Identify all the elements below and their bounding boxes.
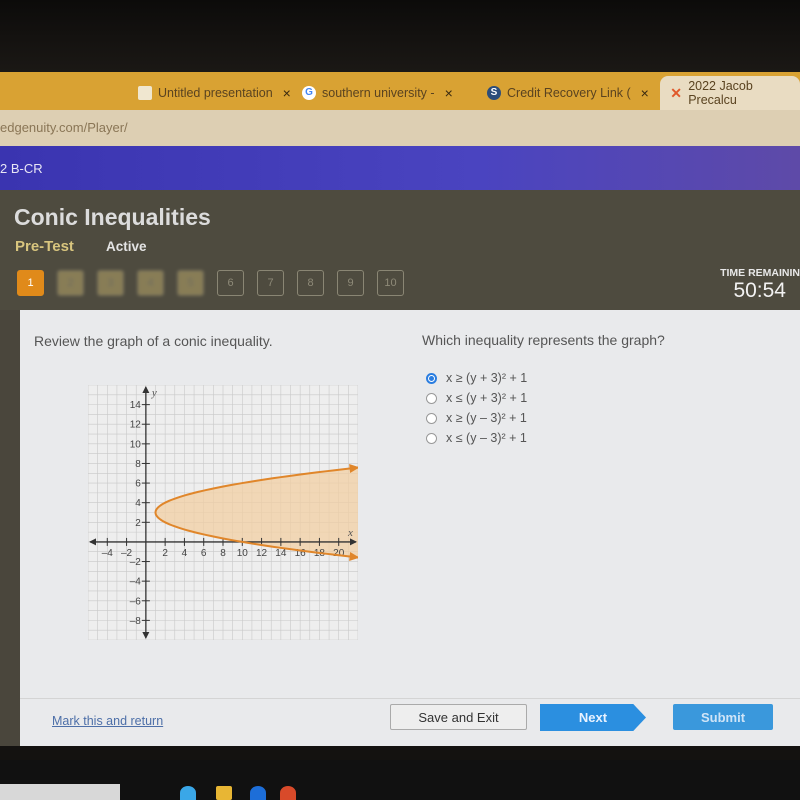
course-nav-bar: 2 B-CR (0, 146, 800, 190)
question-button[interactable]: 2 (57, 270, 84, 296)
activity-type: Pre-Test (15, 238, 74, 255)
browser-tab-bar: Untitled presentation × G southern unive… (0, 72, 800, 110)
y-tick-label: 8 (135, 459, 141, 470)
question-button[interactable]: 7 (257, 270, 284, 296)
x-tick-label: 2 (162, 548, 168, 559)
x-tick-label: 20 (333, 548, 345, 559)
graph-prompt: Review the graph of a conic inequality. (34, 333, 273, 349)
conic-graph: –4 –2 2 4 6 8 10 12 14 16 18 20–8–6–4–22468101214xy (88, 385, 358, 640)
time-remaining-value: 50:54 (733, 279, 786, 302)
page-title: Conic Inequalities (14, 204, 211, 230)
radio-unselected[interactable] (426, 432, 437, 444)
answer-option[interactable]: x ≥ (y – 3)² + 1 (426, 408, 527, 428)
edgenuity-x-icon: ✕ (670, 85, 682, 101)
x-tick-label: 10 (237, 548, 249, 559)
radio-unselected[interactable] (426, 412, 437, 424)
course-name: 2 B-CR (0, 161, 43, 176)
y-tick-label: 2 (135, 518, 141, 529)
tab-label: Credit Recovery Link ( (507, 86, 631, 100)
browser-tab[interactable]: Untitled presentation × (138, 78, 291, 108)
edge-icon[interactable] (180, 786, 196, 800)
site-s-icon: S (487, 86, 501, 100)
close-icon[interactable]: × (641, 85, 649, 101)
submit-button[interactable]: Submit (673, 704, 773, 730)
y-tick-label: –4 (130, 577, 142, 588)
question-button[interactable]: 5 (177, 270, 204, 296)
browser-tab-active[interactable]: ✕ 2022 Jacob Precalcu (660, 76, 800, 110)
x-tick-label: 4 (182, 548, 188, 559)
answer-options: x ≥ (y + 3)² + 1 x ≤ (y + 3)² + 1 x ≥ (y… (426, 368, 527, 448)
question-button[interactable]: 8 (297, 270, 324, 296)
store-icon[interactable] (250, 786, 266, 800)
y-tick-label: 6 (135, 479, 141, 490)
browser-tab[interactable]: S Credit Recovery Link ( × (487, 78, 649, 108)
close-icon[interactable]: × (445, 85, 453, 101)
y-tick-label: –2 (130, 557, 142, 568)
radio-selected[interactable] (426, 372, 437, 384)
question-button[interactable]: 10 (377, 270, 404, 296)
close-icon[interactable]: × (283, 85, 291, 101)
tab-label: 2022 Jacob Precalcu (688, 79, 753, 107)
x-tick-label: 14 (275, 548, 287, 559)
footer-divider (20, 698, 800, 699)
answer-option[interactable]: x ≤ (y + 3)² + 1 (426, 388, 527, 408)
browser-tab[interactable]: G southern university - × (302, 78, 453, 108)
question-button[interactable]: 6 (217, 270, 244, 296)
y-tick-label: 4 (135, 498, 141, 509)
save-and-exit-button[interactable]: Save and Exit (390, 704, 527, 730)
time-remaining-label: TIME REMAININ (720, 267, 800, 279)
answer-option[interactable]: x ≥ (y + 3)² + 1 (426, 368, 527, 388)
question-panel: Review the graph of a conic inequality. … (20, 310, 800, 746)
x-tick-label: 8 (220, 548, 226, 559)
chrome-icon[interactable] (280, 786, 296, 800)
activity-header: Conic Inequalities Pre-Test Active 1 2 3… (0, 190, 800, 310)
y-tick-label: 14 (130, 400, 142, 411)
y-tick-label: –6 (130, 596, 142, 607)
question-navigator: 1 2 3 4 5 6 7 8 9 10 (17, 270, 404, 296)
radio-unselected[interactable] (426, 392, 437, 404)
mark-and-return-link[interactable]: Mark this and return (52, 714, 163, 728)
taskbar (0, 760, 800, 800)
side-strip (0, 310, 20, 746)
status-badge: Active (106, 239, 147, 254)
slides-icon (138, 86, 152, 100)
x-tick-label: 6 (201, 548, 207, 559)
question-button[interactable]: 9 (337, 270, 364, 296)
option-text: x ≥ (y – 3)² + 1 (446, 411, 527, 425)
address-bar[interactable]: edgenuity.com/Player/ (0, 110, 800, 146)
y-tick-label: 12 (130, 420, 142, 431)
url-text[interactable]: edgenuity.com/Player/ (0, 120, 128, 135)
question-button[interactable]: 4 (137, 270, 164, 296)
folder-icon[interactable] (216, 786, 232, 800)
option-text: x ≤ (y + 3)² + 1 (446, 391, 528, 405)
tab-label: Untitled presentation (158, 86, 273, 100)
y-axis-label: y (151, 387, 157, 399)
answer-option[interactable]: x ≤ (y – 3)² + 1 (426, 428, 527, 448)
x-axis-label: x (347, 527, 353, 539)
y-tick-label: –8 (130, 616, 142, 627)
tab-label: southern university - (322, 86, 435, 100)
option-text: x ≤ (y – 3)² + 1 (446, 431, 527, 445)
google-icon: G (302, 86, 316, 100)
next-button[interactable]: Next (540, 704, 646, 731)
y-tick-label: 10 (130, 439, 142, 450)
taskbar-search[interactable] (0, 784, 120, 800)
x-tick-label: 12 (256, 548, 268, 559)
option-text: x ≥ (y + 3)² + 1 (446, 371, 528, 385)
question-prompt: Which inequality represents the graph? (422, 332, 665, 348)
question-button[interactable]: 1 (17, 270, 44, 296)
question-button[interactable]: 3 (97, 270, 124, 296)
screen-bezel (0, 0, 800, 72)
x-tick-label: –4 (102, 548, 114, 559)
